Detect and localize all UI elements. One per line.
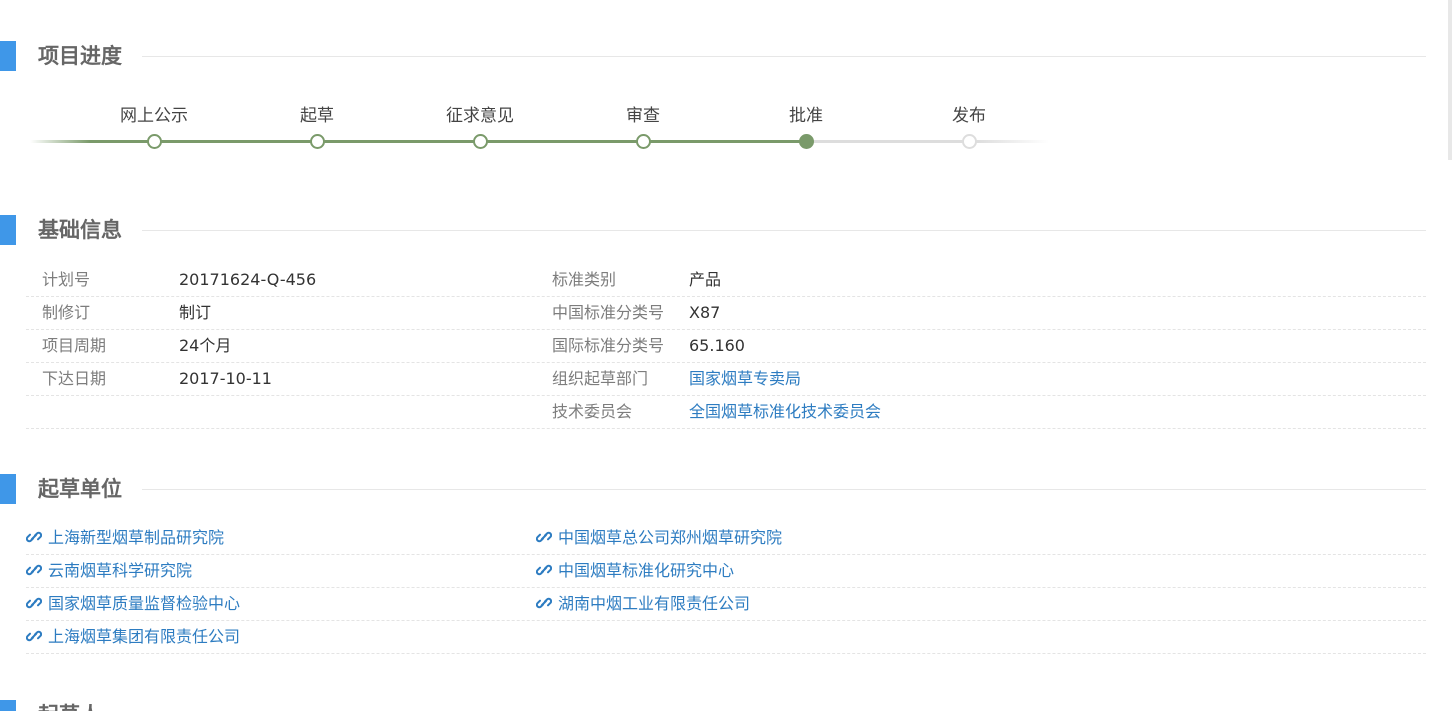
technical-committee-link[interactable]: 全国烟草标准化技术委员会 (689, 400, 881, 424)
progress-step-dot (799, 134, 814, 149)
section-header-drafters: 起草人 (0, 700, 1426, 711)
link-icon (536, 595, 552, 611)
info-value: 24个月 (179, 336, 232, 355)
standard-detail-page: 项目进度 网上公示 起草 征求意见 审查 批准 发布 基础信息 计划号 20171624-… (0, 0, 1452, 711)
drafting-unit-name: 国家烟草质量监督检验中心 (48, 594, 241, 613)
drafting-unit-name: 上海新型烟草制品研究院 (48, 528, 225, 547)
section-title: 起草单位 (38, 477, 122, 501)
info-row: 制修订 制订 中国标准分类号 X87 (26, 297, 1426, 330)
section-header-drafting-units: 起草单位 (0, 474, 1426, 504)
section-title: 基础信息 (38, 218, 122, 242)
section-header-progress: 项目进度 (0, 41, 1426, 71)
progress-step-label: 起草 (300, 106, 334, 126)
drafting-unit-row: 上海烟草集团有限责任公司 (26, 621, 1426, 654)
drafting-unit-link[interactable]: 上海新型烟草制品研究院 (26, 526, 224, 550)
basic-info-table: 计划号 20171624-Q-456 标准类别 产品 制修订 制订 中国标准分类… (26, 264, 1426, 429)
drafting-unit-name: 中国烟草总公司郑州烟草研究院 (558, 528, 783, 547)
section-title: 项目进度 (38, 44, 122, 68)
info-label: 国际标准分类号 (552, 336, 665, 355)
drafting-unit-link[interactable]: 国家烟草质量监督检验中心 (26, 592, 240, 616)
drafting-unit-link[interactable]: 云南烟草科学研究院 (26, 559, 192, 583)
info-label: 项目周期 (42, 336, 107, 355)
progress-track-remaining (806, 140, 1049, 143)
drafting-unit-row: 上海新型烟草制品研究院 中国烟草总公司郑州烟草研究院 (26, 522, 1426, 555)
link-icon (536, 562, 552, 578)
info-value: 产品 (689, 270, 722, 289)
info-value: 20171624-Q-456 (179, 270, 317, 289)
drafting-unit-name: 云南烟草科学研究院 (48, 561, 193, 580)
info-value: 制订 (179, 303, 212, 322)
drafting-unit-link[interactable]: 中国烟草标准化研究中心 (536, 559, 734, 583)
section-accent-bar (0, 215, 16, 245)
link-icon (536, 529, 552, 545)
drafting-unit-name: 上海烟草集团有限责任公司 (48, 627, 241, 646)
drafting-unit-name: 湖南中烟工业有限责任公司 (558, 594, 751, 613)
link-icon (26, 595, 42, 611)
info-value: X87 (689, 303, 721, 322)
progress-step-dot (962, 134, 977, 149)
info-value: 2017-10-11 (179, 369, 272, 388)
info-row: 下达日期 2017-10-11 组织起草部门 国家烟草专卖局 (26, 363, 1426, 396)
drafting-unit-row: 国家烟草质量监督检验中心 湖南中烟工业有限责任公司 (26, 588, 1426, 621)
link-icon (26, 562, 42, 578)
section-divider (142, 230, 1426, 231)
drafting-department-link[interactable]: 国家烟草专卖局 (689, 367, 801, 391)
progress-step-label: 发布 (952, 106, 986, 126)
section-title: 起草人 (38, 701, 101, 711)
drafting-unit-link[interactable]: 中国烟草总公司郑州烟草研究院 (536, 526, 782, 550)
progress-step-dot (147, 134, 162, 149)
info-label: 制修订 (42, 303, 91, 322)
page-scrollbar[interactable] (1448, 0, 1452, 160)
info-row: 项目周期 24个月 国际标准分类号 65.160 (26, 330, 1426, 363)
info-label: 标准类别 (552, 270, 617, 289)
progress-step-label: 审查 (626, 106, 660, 126)
info-row: 技术委员会 全国烟草标准化技术委员会 (26, 396, 1426, 429)
section-divider (142, 56, 1426, 57)
info-label: 组织起草部门 (552, 369, 649, 388)
section-accent-bar (0, 700, 16, 711)
drafting-unit-link[interactable]: 湖南中烟工业有限责任公司 (536, 592, 750, 616)
info-label: 技术委员会 (552, 402, 633, 421)
section-divider (142, 489, 1426, 490)
progress-step-dot (636, 134, 651, 149)
progress-step-dot (310, 134, 325, 149)
info-label: 下达日期 (42, 369, 107, 388)
link-icon (26, 628, 42, 644)
info-row: 计划号 20171624-Q-456 标准类别 产品 (26, 264, 1426, 297)
info-label: 中国标准分类号 (552, 303, 665, 322)
progress-step-label: 征求意见 (446, 106, 514, 126)
progress-step-dot (473, 134, 488, 149)
section-header-basic-info: 基础信息 (0, 215, 1426, 245)
drafting-unit-row: 云南烟草科学研究院 中国烟草标准化研究中心 (26, 555, 1426, 588)
progress-step-label: 网上公示 (120, 106, 188, 126)
progress-step-label: 批准 (789, 106, 823, 126)
section-accent-bar (0, 41, 16, 71)
info-label: 计划号 (42, 270, 91, 289)
link-icon (26, 529, 42, 545)
section-accent-bar (0, 474, 16, 504)
progress-timeline: 网上公示 起草 征求意见 审查 批准 发布 (30, 100, 1050, 156)
info-value: 65.160 (689, 336, 745, 355)
drafting-unit-name: 中国烟草标准化研究中心 (558, 561, 735, 580)
drafting-unit-link[interactable]: 上海烟草集团有限责任公司 (26, 625, 240, 649)
drafting-units-list: 上海新型烟草制品研究院 中国烟草总公司郑州烟草研究院云南烟草科学研究院 中国烟草标准… (26, 522, 1426, 654)
